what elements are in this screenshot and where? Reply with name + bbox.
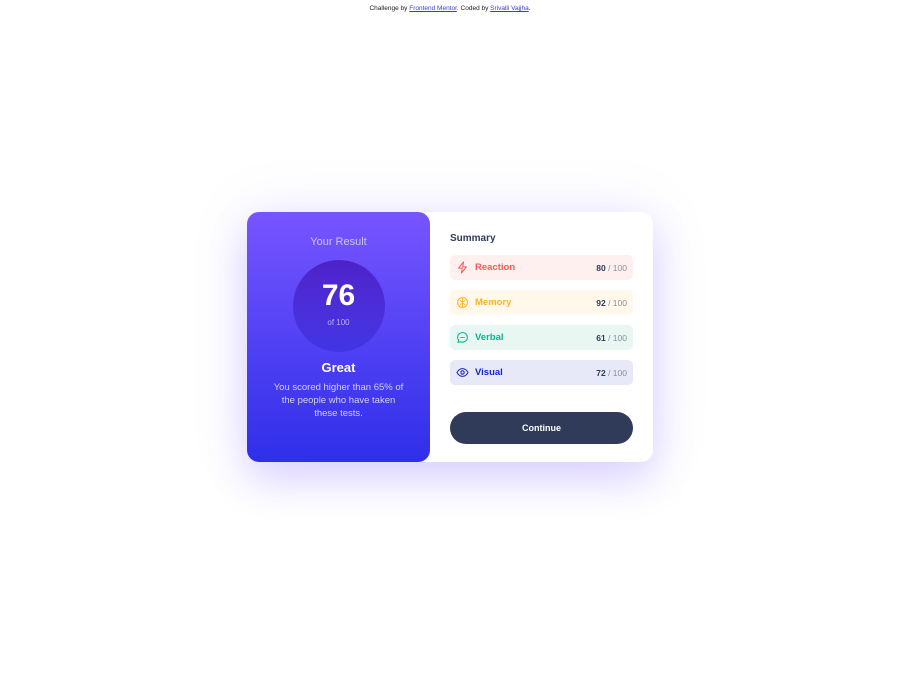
attribution-prefix: Challenge by: [369, 5, 410, 12]
eye-icon: [456, 368, 469, 377]
result-title: Your Result: [310, 236, 367, 248]
summary-score: 80 / 100: [596, 263, 627, 273]
score-value: 76: [321, 279, 356, 312]
summary-label: Reaction: [475, 262, 516, 273]
summary-row-memory: Memory 92 / 100: [450, 290, 633, 315]
summary-panel: Summary Reaction 80 / 100 Memory 92 / 10…: [430, 212, 653, 462]
score-number: 80: [596, 263, 606, 273]
frontend-mentor-link[interactable]: Frontend Mentor: [409, 5, 457, 12]
summary-row-visual: Visual 72 / 100: [450, 360, 633, 385]
attribution-middle: . Coded by: [456, 5, 491, 12]
attribution-suffix: .: [528, 5, 531, 12]
summary-title: Summary: [450, 233, 496, 244]
score-max: / 100: [605, 368, 627, 378]
brain-icon: [457, 297, 468, 308]
score-max: / 100: [605, 333, 627, 343]
score-number: 72: [596, 368, 606, 378]
author-link[interactable]: Srivalli Vajjha: [490, 5, 529, 12]
score-number: 92: [596, 298, 606, 308]
summary-row-reaction: Reaction 80 / 100: [450, 255, 633, 280]
attribution: Challenge by Frontend Mentor. Coded by S…: [0, 5, 900, 12]
continue-button[interactable]: Continue: [450, 412, 633, 444]
score-number: 61: [596, 333, 606, 343]
score-max: / 100: [605, 263, 627, 273]
result-panel: Your Result 76 of 100 Great You scored h…: [247, 212, 430, 462]
summary-score: 61 / 100: [596, 333, 627, 343]
summary-label: Visual: [475, 367, 503, 378]
rating-label: Great: [321, 360, 356, 375]
summary-label: Memory: [475, 297, 512, 308]
lightning-icon: [458, 261, 467, 274]
score-circle: 76 of 100: [292, 260, 385, 352]
summary-score: 72 / 100: [596, 368, 627, 378]
summary-score: 92 / 100: [596, 298, 627, 308]
chat-bubble-icon: [457, 332, 468, 343]
results-card: Your Result 76 of 100 Great You scored h…: [247, 212, 653, 462]
summary-label: Verbal: [475, 332, 504, 343]
score-out-of: of 100: [327, 318, 350, 327]
score-max: / 100: [605, 298, 627, 308]
summary-row-verbal: Verbal 61 / 100: [450, 325, 633, 350]
result-description: You scored higher than 65% of the people…: [273, 382, 404, 419]
